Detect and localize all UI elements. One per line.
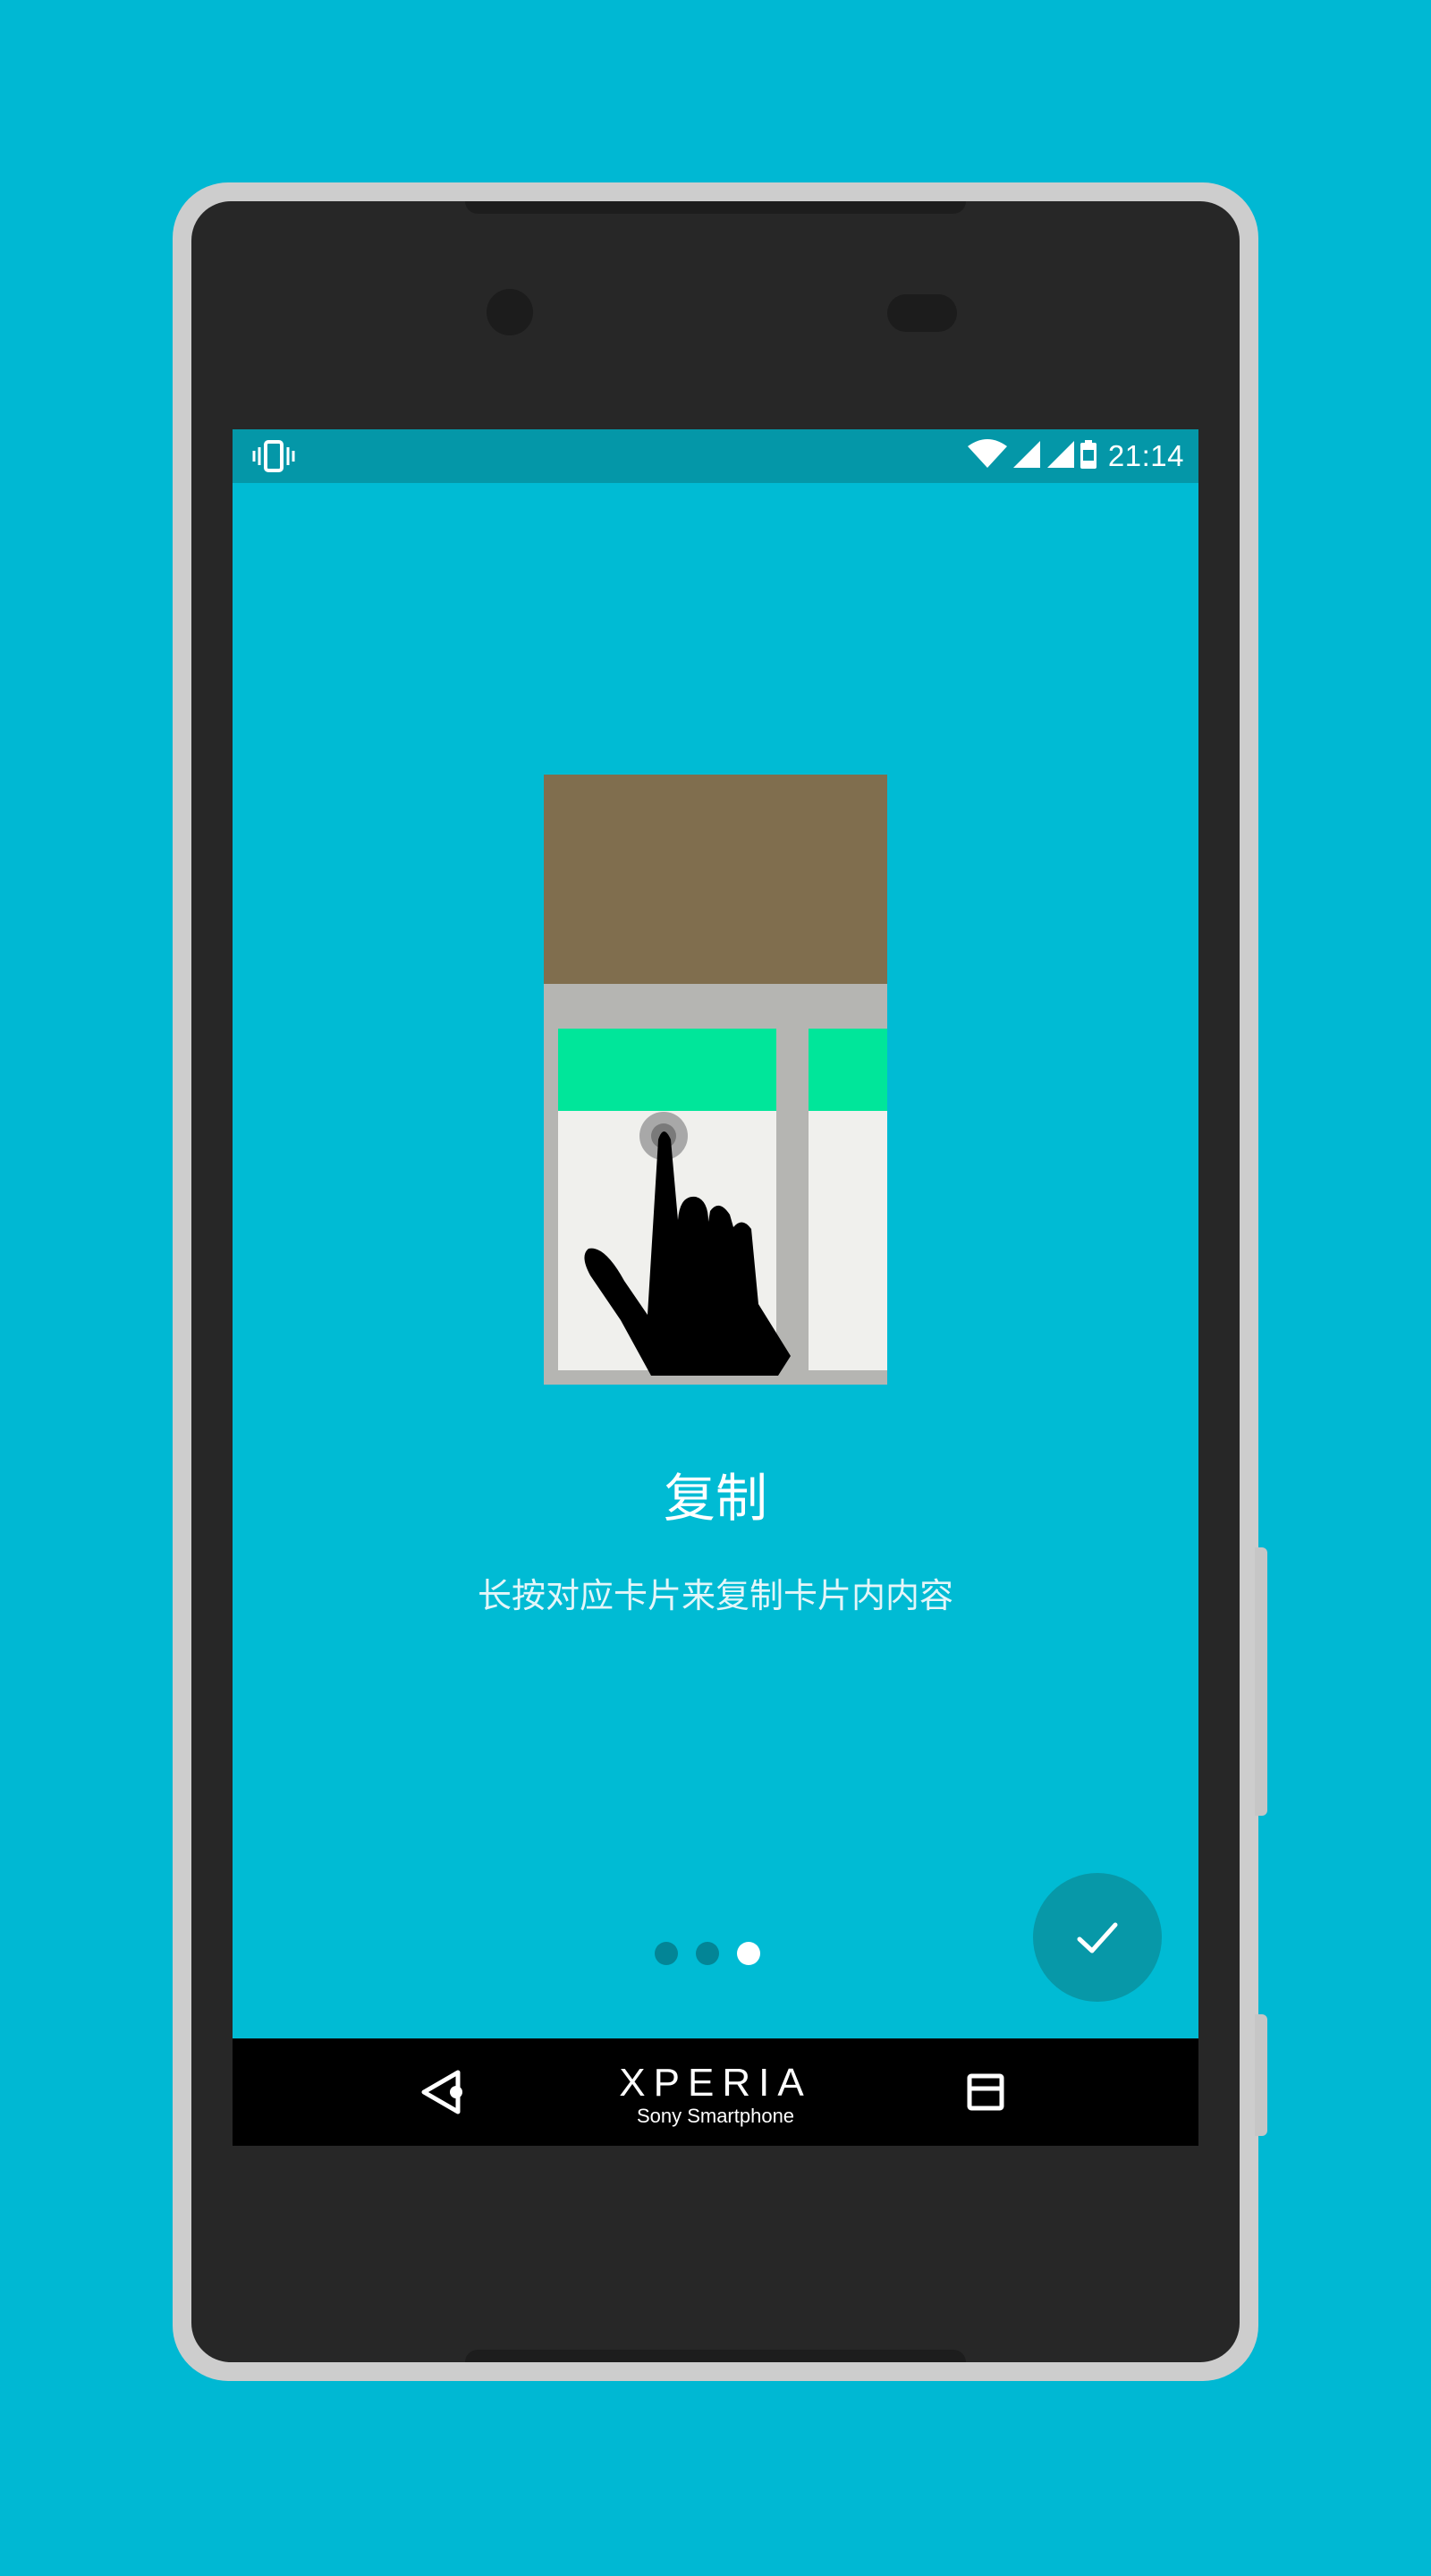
status-bar: 21:14 — [233, 429, 1198, 483]
page-description: 长按对应卡片来复制卡片内内容 — [477, 1576, 953, 1615]
brand-logo: XPERIA Sony Smartphone — [537, 2063, 894, 2128]
vibrate-icon — [252, 440, 295, 472]
screen: 21:14 复制 长按对应卡片来复制卡片内内容 XPERIA Sony Smar… — [233, 429, 1198, 2146]
signal-icon — [1012, 439, 1042, 473]
page-title: 复制 — [663, 1468, 767, 1529]
signal-icon — [1046, 439, 1076, 473]
front-camera — [487, 289, 533, 335]
confirm-button[interactable] — [1033, 1873, 1162, 2002]
status-icons: 21:14 — [967, 436, 1184, 476]
speaker-grille — [465, 201, 966, 214]
volume-button — [1255, 1547, 1267, 1816]
battery-icon — [1080, 439, 1097, 473]
back-button[interactable] — [415, 2063, 472, 2121]
page-indicator — [655, 1935, 789, 1970]
page-dot[interactable] — [696, 1942, 719, 1965]
page-dot-active[interactable] — [737, 1942, 760, 1965]
back-icon — [421, 2070, 462, 2114]
checkmark-icon — [1077, 1922, 1118, 1953]
page-dot[interactable] — [655, 1942, 678, 1965]
wifi-icon — [967, 439, 1008, 473]
recents-button[interactable] — [957, 2063, 1014, 2121]
speaker-grille-bottom — [465, 2350, 966, 2362]
navigation-bar: XPERIA Sony Smartphone — [233, 2038, 1198, 2146]
status-time: 21:14 — [1107, 439, 1184, 472]
proximity-sensor — [887, 294, 957, 332]
recents-icon — [967, 2073, 1004, 2111]
brand-tagline: Sony Smartphone — [636, 2105, 795, 2127]
copy-illustration — [544, 775, 887, 1385]
camera-button — [1255, 2014, 1267, 2136]
brand-name: XPERIA — [619, 2061, 812, 2105]
